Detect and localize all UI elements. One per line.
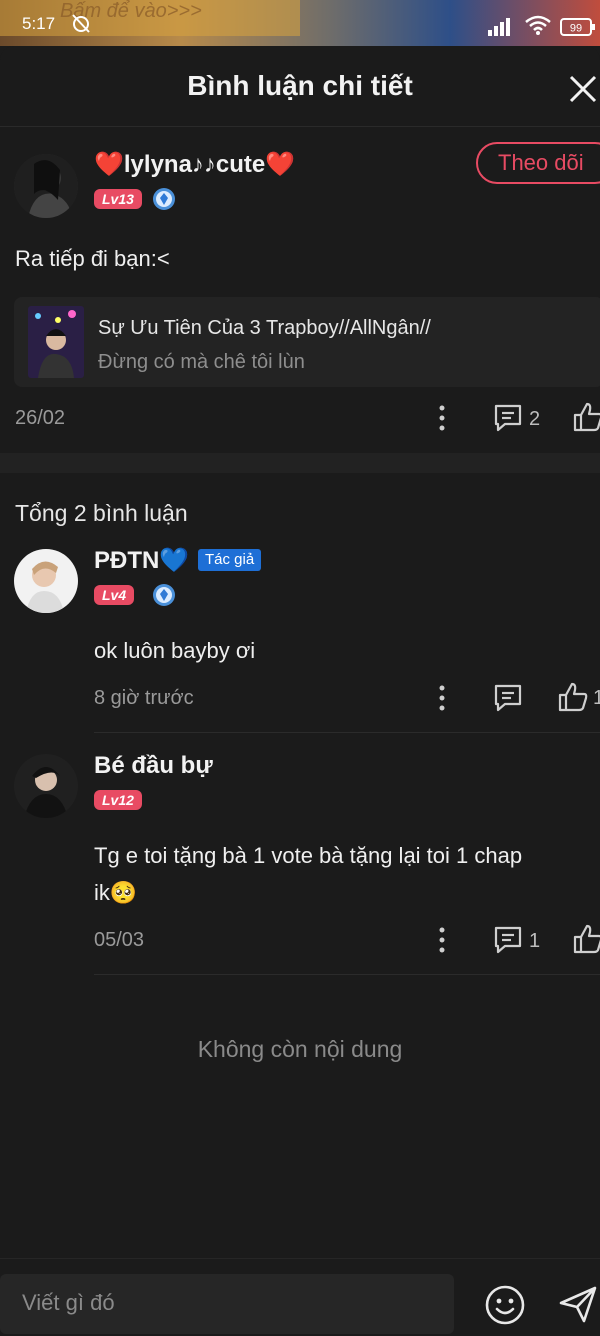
comment-text: Ra tiếp đi bạn:< [15,246,170,271]
status-time: 5:17 [22,14,56,33]
story-thumbnail [28,306,84,378]
comment-username[interactable]: PĐTN💙 [94,546,189,575]
page-title: Bình luận chi tiết [187,70,413,101]
comment-text: ok luôn bayby ơi [94,638,256,663]
comment-divider [94,974,600,975]
comment-date: 05/03 [94,929,145,951]
comment-detail-sheet: Bình luận chi tiết ❤️lylyna♪♪cute❤️ Lv13… [0,46,600,1336]
more-options-icon[interactable] [436,926,448,954]
comment-input-placeholder: Viết gì đó [22,1290,115,1315]
avatar[interactable] [14,549,78,613]
reply-count: 1 [529,930,541,952]
emoji-icon[interactable] [484,1284,526,1326]
status-bar: Bấm để vào>>> 5:17 99 [0,0,600,46]
story-title: Sự Ưu Tiên Của 3 Trapboy//AllNgân// [98,317,431,339]
vip-diamond-icon [153,188,175,210]
comment-username[interactable]: ❤️lylyna♪♪cute❤️ [94,150,295,179]
comment-input[interactable]: Viết gì đó [0,1274,454,1334]
battery-level: 99 [570,23,582,35]
comment-time: 8 giờ trước [94,687,194,709]
total-comments: Tổng 2 bình luận [15,500,188,526]
like-count: 1 [593,687,600,709]
author-badge: Tác giả [198,549,262,571]
wifi-icon [525,15,551,35]
avatar[interactable] [14,154,78,218]
story-card[interactable]: Sự Ưu Tiên Của 3 Trapboy//AllNgân// Đừng… [14,297,600,387]
vip-diamond-icon [153,584,175,606]
send-icon[interactable] [558,1284,598,1324]
reply-icon[interactable] [493,683,523,713]
alarm-off-icon [72,14,90,33]
comment-input-bar: Viết gì đó [0,1258,600,1336]
avatar[interactable] [14,754,78,818]
avatar-image [14,154,78,218]
level-badge: Lv12 [94,790,142,810]
story-subtitle: Đừng có mà chê tôi lùn [98,351,305,373]
reply-count: 2 [529,408,541,430]
like-icon[interactable] [572,401,600,433]
level-badge: Lv13 [94,189,142,209]
more-options-icon[interactable] [436,404,448,432]
comment-divider [94,732,600,733]
reply-icon[interactable] [493,925,523,955]
comment-text-line-1: Tg e toi tặng bà 1 vote bà tặng lại toi … [94,843,523,868]
battery-icon: 99 [560,18,595,36]
section-divider [0,453,600,473]
like-icon[interactable] [557,681,589,713]
header: Bình luận chi tiết [0,46,600,127]
reply-icon[interactable] [493,403,523,433]
more-options-icon[interactable] [436,684,448,712]
comment-date: 26/02 [15,407,66,429]
like-icon[interactable] [572,923,600,955]
avatar-image [14,549,78,613]
signal-icon [488,18,510,36]
close-icon[interactable] [568,74,598,104]
avatar-image [14,754,78,818]
level-badge: Lv4 [94,585,135,605]
comment-text-line-2: ik🥺 [94,880,138,905]
follow-button[interactable]: Theo dõi [476,142,600,184]
comment-username[interactable]: Bé đầu bự [94,752,213,780]
end-of-content-text: Không còn nội dung [197,1036,403,1062]
